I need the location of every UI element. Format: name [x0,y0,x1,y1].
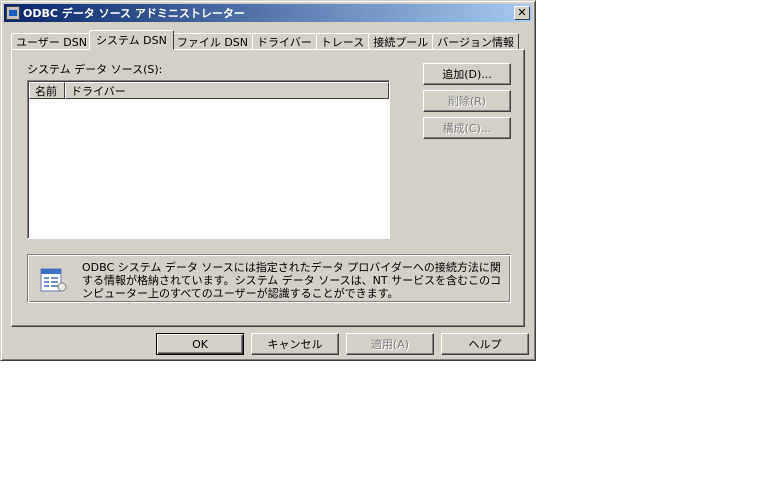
help-button[interactable]: ヘルプ [441,333,529,355]
apply-button[interactable]: 適用(A) [346,333,434,355]
tab-drivers[interactable]: ドライバー [252,33,317,50]
tab-connection-pooling[interactable]: 接続プール [368,33,434,50]
ok-button[interactable]: OK [156,333,244,355]
tab-file-dsn[interactable]: ファイル DSN [171,33,254,50]
remove-button[interactable]: 削除(R) [423,90,511,112]
system-dsn-list[interactable]: 名前 ドライバー [27,80,390,239]
column-header-name[interactable]: 名前 [29,82,65,99]
datasource-info-icon [40,268,67,292]
tab-about[interactable]: バージョン情報 [432,33,520,50]
system-data-sources-label: システム データ ソース(S): [27,63,163,76]
tab-user-dsn[interactable]: ユーザー DSN [11,33,92,50]
window-title: ODBC データ ソース アドミニストレーター [23,7,245,20]
app-icon[interactable] [6,6,20,20]
tab-tracing[interactable]: トレース [315,33,370,50]
info-description: ODBC システム データ ソースには指定されたデータ プロバイダーへの接続方法… [82,261,502,300]
list-header: 名前 ドライバー [29,82,389,99]
tab-system-dsn[interactable]: システム DSN [88,30,174,50]
system-dsn-panel: システム データ ソース(S): 名前 ドライバー 追加(D)... 削除(R)… [11,49,525,327]
add-button[interactable]: 追加(D)... [423,63,511,85]
title-bar[interactable]: ODBC データ ソース アドミニストレーター ✕ [4,4,532,22]
configure-button[interactable]: 構成(C)... [423,117,511,139]
column-header-driver[interactable]: ドライバー [65,82,389,99]
info-box: ODBC システム データ ソースには指定されたデータ プロバイダーへの接続方法… [27,254,511,303]
odbc-admin-window: ODBC データ ソース アドミニストレーター ✕ ユーザー DSN システム … [0,0,536,361]
tab-strip: ユーザー DSN システム DSN ファイル DSN ドライバー トレース 接続… [11,30,520,50]
cancel-button[interactable]: キャンセル [251,333,339,355]
close-button[interactable]: ✕ [514,6,530,20]
